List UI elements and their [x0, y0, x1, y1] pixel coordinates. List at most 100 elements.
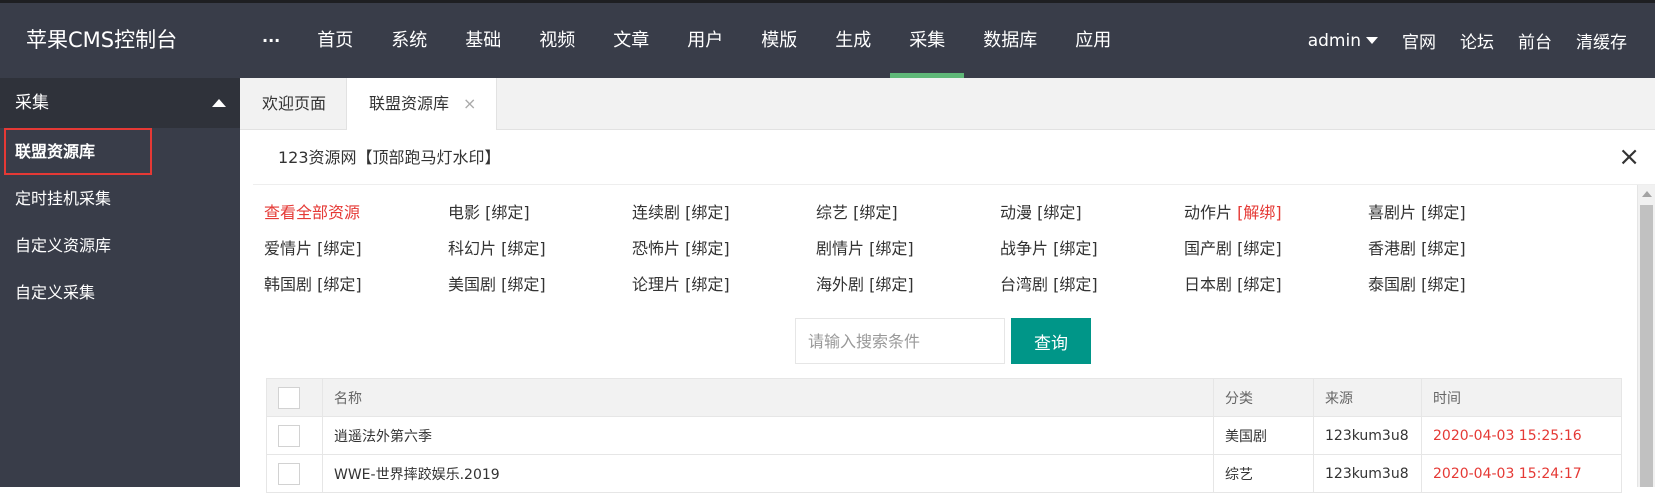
category-item[interactable]: 恐怖片 [绑定]	[632, 235, 730, 259]
close-icon[interactable]: ×	[463, 94, 476, 113]
bind-link[interactable]: [绑定]	[853, 203, 898, 222]
bind-link[interactable]: [绑定]	[869, 275, 914, 294]
sidebar-item-custom-library[interactable]: 自定义资源库	[0, 222, 240, 269]
bind-link[interactable]: [绑定]	[501, 275, 546, 294]
link-frontend[interactable]: 前台	[1518, 28, 1552, 53]
caret-up-icon	[212, 99, 226, 107]
category-item[interactable]: 韩国剧 [绑定]	[264, 271, 362, 295]
category-item[interactable]: 论理片 [绑定]	[632, 271, 730, 295]
nav-item-article[interactable]: 文章	[594, 3, 668, 78]
sidebar-header[interactable]: 采集	[0, 78, 240, 128]
bind-link[interactable]: [绑定]	[869, 239, 914, 258]
tab-bar: 欢迎页面 联盟资源库 ×	[240, 78, 1655, 131]
bind-link[interactable]: [绑定]	[485, 203, 530, 222]
bind-link[interactable]: [绑定]	[501, 239, 546, 258]
unbind-link[interactable]: [解绑]	[1237, 203, 1282, 222]
link-official-site[interactable]: 官网	[1402, 28, 1436, 53]
sidebar-item-custom-collect[interactable]: 自定义采集	[0, 269, 240, 316]
link-forum[interactable]: 论坛	[1460, 28, 1494, 53]
nav-item-template[interactable]: 模版	[742, 3, 816, 78]
category-item[interactable]: 科幻片 [绑定]	[448, 235, 546, 259]
sidebar-item-scheduled-collect[interactable]: 定时挂机采集	[0, 175, 240, 222]
row-checkbox[interactable]	[278, 462, 300, 485]
bind-link[interactable]: [绑定]	[1421, 275, 1466, 294]
bind-link[interactable]: [绑定]	[685, 203, 730, 222]
bind-link[interactable]: [绑定]	[317, 275, 362, 294]
category-item[interactable]: 电影 [绑定]	[448, 199, 530, 223]
nav-item-generate[interactable]: 生成	[816, 3, 890, 78]
bind-link[interactable]: [绑定]	[1053, 275, 1098, 294]
tab-welcome[interactable]: 欢迎页面	[240, 78, 346, 130]
sidebar: 采集 联盟资源库 定时挂机采集 自定义资源库 自定义采集	[0, 78, 240, 487]
category-item[interactable]: 剧情片 [绑定]	[816, 235, 914, 259]
scroll-thumb[interactable]	[1640, 205, 1653, 487]
bind-link[interactable]: [绑定]	[1421, 203, 1466, 222]
nav-item-collect[interactable]: 采集	[890, 3, 965, 78]
bind-link[interactable]: [绑定]	[1421, 239, 1466, 258]
tab-union-library[interactable]: 联盟资源库 ×	[346, 78, 498, 131]
table-header-row: 名称 分类 来源 时间	[266, 378, 1622, 417]
category-name: 韩国剧	[264, 275, 313, 294]
category-item[interactable]: 海外剧 [绑定]	[816, 271, 914, 295]
category-item[interactable]: 台湾剧 [绑定]	[1000, 271, 1098, 295]
category-item[interactable]: 日本剧 [绑定]	[1184, 271, 1282, 295]
sidebar-item-union-library[interactable]: 联盟资源库	[0, 128, 240, 175]
col-name[interactable]: 名称	[322, 378, 1214, 417]
close-icon[interactable]: ×	[1618, 142, 1640, 172]
category-name: 国产剧	[1184, 239, 1233, 258]
nav-item-database[interactable]: 数据库	[964, 3, 1056, 78]
category-item[interactable]: 国产剧 [绑定]	[1184, 235, 1282, 259]
category-name: 海外剧	[816, 275, 865, 294]
row-checkbox[interactable]	[278, 424, 300, 447]
category-name: 台湾剧	[1000, 275, 1049, 294]
user-menu[interactable]: admin	[1308, 31, 1378, 51]
category-item[interactable]: 美国剧 [绑定]	[448, 271, 546, 295]
query-button[interactable]: 查询	[1011, 318, 1091, 364]
scroll-up-arrow-icon[interactable]	[1642, 191, 1652, 197]
nav-item-system[interactable]: 系统	[372, 3, 446, 78]
bind-link[interactable]: [绑定]	[1053, 239, 1098, 258]
bind-link[interactable]: [绑定]	[1037, 203, 1082, 222]
row-category: 美国剧	[1213, 416, 1314, 455]
col-time[interactable]: 时间	[1421, 378, 1622, 417]
nav-more-button[interactable]: ···	[250, 3, 298, 78]
nav-item-apps[interactable]: 应用	[1056, 3, 1130, 78]
panel-title: 123资源网【顶部跑马灯水印】	[278, 148, 501, 167]
view-all-resources-link[interactable]: 查看全部资源	[264, 199, 360, 223]
col-category[interactable]: 分类	[1213, 378, 1314, 417]
bind-link[interactable]: [绑定]	[685, 275, 730, 294]
top-bar: 苹果CMS控制台 ··· 首页 系统 基础 视频 文章 用户 模版 生成 采集 …	[0, 0, 1655, 78]
category-item[interactable]: 爱情片 [绑定]	[264, 235, 362, 259]
category-item[interactable]: 香港剧 [绑定]	[1368, 235, 1466, 259]
panel-header: 123资源网【顶部跑马灯水印】 ×	[253, 130, 1655, 185]
bind-link[interactable]: [绑定]	[317, 239, 362, 258]
brand-title: 苹果CMS控制台	[26, 28, 178, 52]
col-source[interactable]: 来源	[1313, 378, 1422, 417]
caret-down-icon	[1366, 37, 1378, 44]
table-row[interactable]: 逍遥法外第六季 美国剧 123kum3u8 2020-04-03 15:25:1…	[266, 416, 1622, 455]
search-input[interactable]	[795, 318, 1005, 364]
category-item[interactable]: 喜剧片 [绑定]	[1368, 199, 1466, 223]
nav-right: admin 官网 论坛 前台 清缓存	[1284, 3, 1627, 78]
bind-link[interactable]: [绑定]	[1237, 239, 1282, 258]
category-name: 综艺	[816, 203, 849, 222]
category-item[interactable]: 动漫 [绑定]	[1000, 199, 1082, 223]
scrollbar[interactable]	[1637, 185, 1655, 487]
category-name: 香港剧	[1368, 239, 1417, 258]
nav-item-basic[interactable]: 基础	[446, 3, 520, 78]
category-name: 泰国剧	[1368, 275, 1417, 294]
category-name: 恐怖片	[632, 239, 681, 258]
category-item[interactable]: 战争片 [绑定]	[1000, 235, 1098, 259]
nav-item-user[interactable]: 用户	[668, 3, 742, 78]
category-item[interactable]: 连续剧 [绑定]	[632, 199, 730, 223]
category-name: 连续剧	[632, 203, 681, 222]
nav-item-video[interactable]: 视频	[520, 3, 594, 78]
category-item[interactable]: 泰国剧 [绑定]	[1368, 271, 1466, 295]
link-clear-cache[interactable]: 清缓存	[1576, 28, 1627, 53]
category-item[interactable]: 动作片 [解绑]	[1184, 199, 1282, 223]
category-item[interactable]: 综艺 [绑定]	[816, 199, 898, 223]
bind-link[interactable]: [绑定]	[685, 239, 730, 258]
select-all-checkbox[interactable]	[278, 386, 300, 409]
bind-link[interactable]: [绑定]	[1237, 275, 1282, 294]
nav-item-home[interactable]: 首页	[298, 3, 372, 78]
